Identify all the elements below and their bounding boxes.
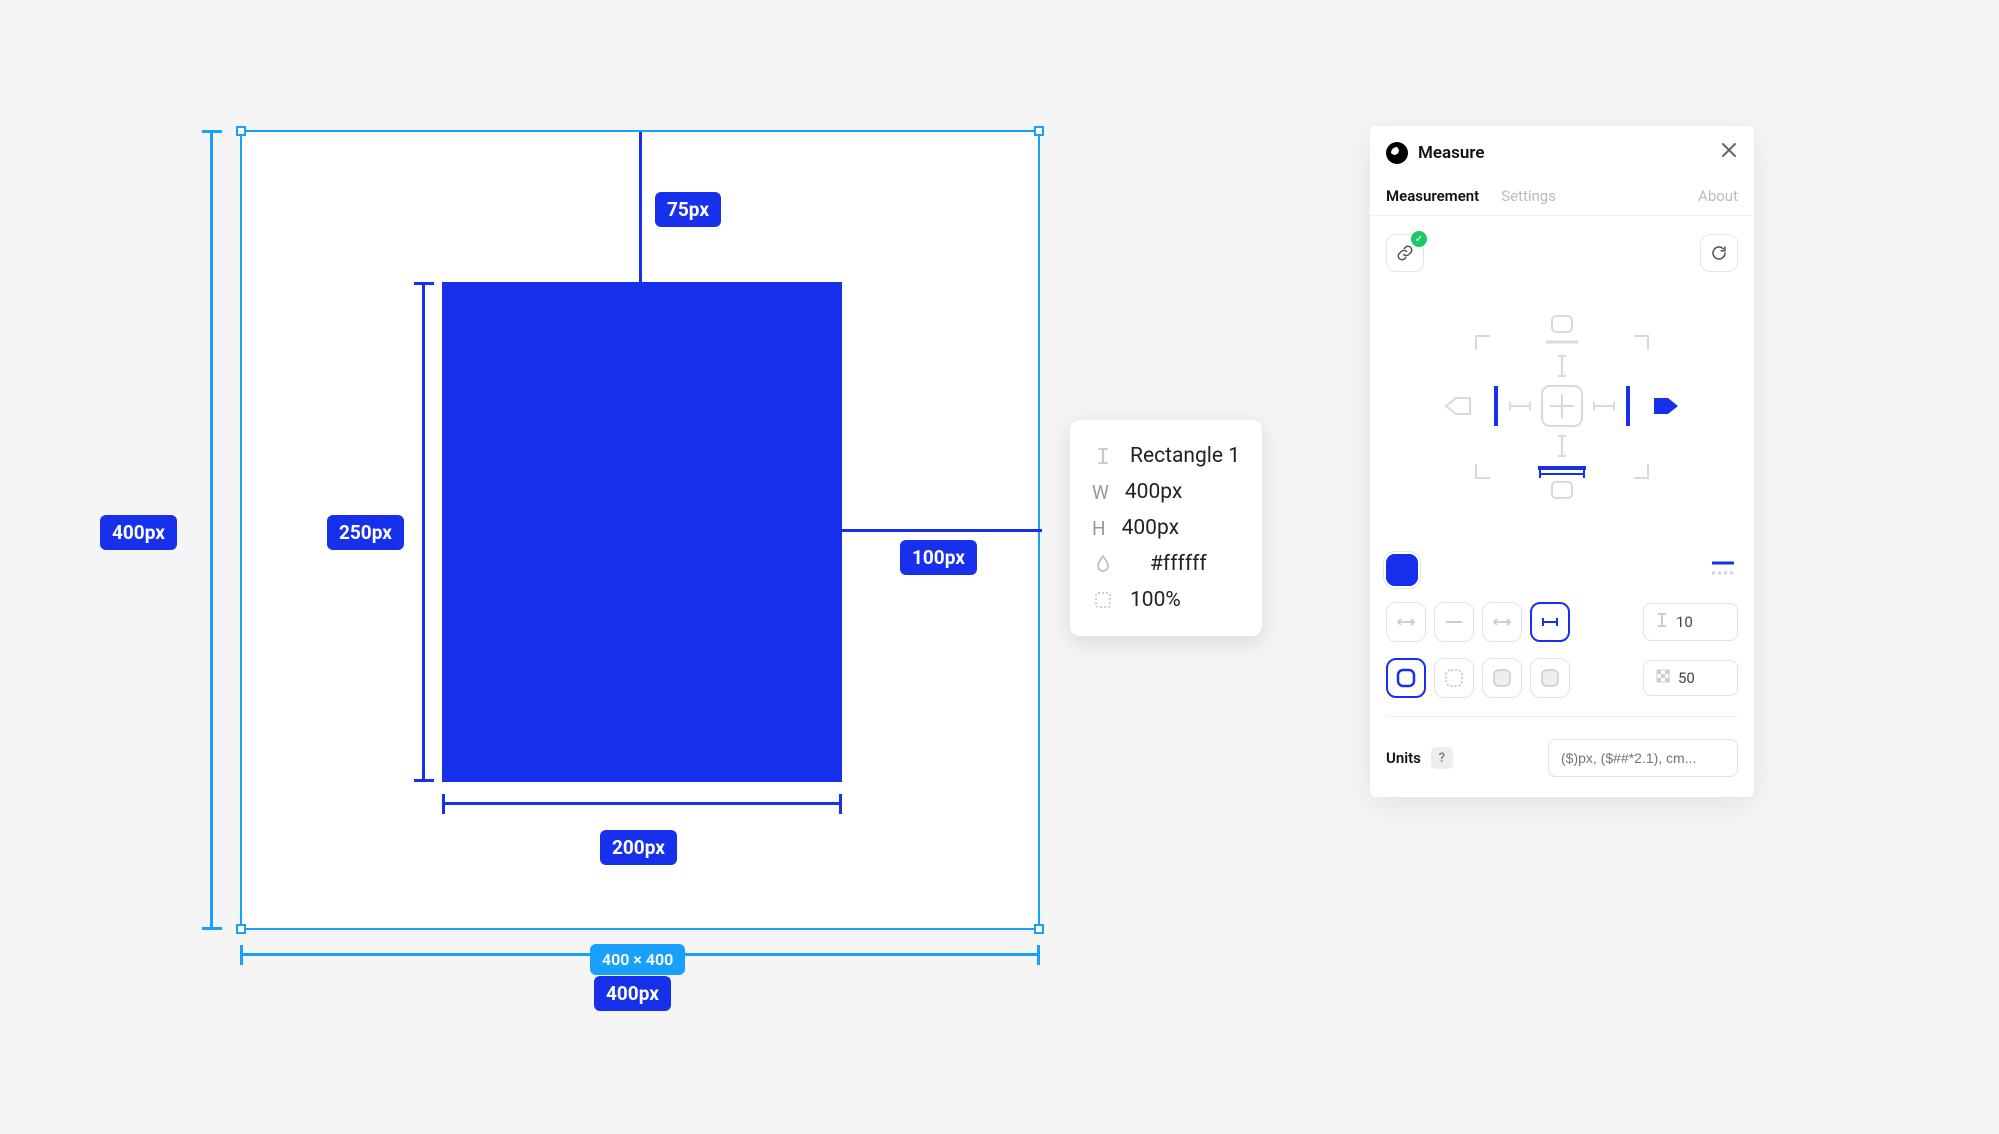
fill-style-fill-dashed[interactable] (1530, 658, 1570, 698)
popover-width: 400px (1125, 480, 1182, 504)
stroke-width-input[interactable]: 10 (1643, 603, 1738, 641)
inner-height-guide-cap (414, 779, 434, 782)
popover-color: #ffffff (1150, 552, 1207, 576)
frame-height-guide (210, 130, 213, 930)
refresh-icon (1710, 244, 1728, 262)
opacity-icon (1092, 591, 1114, 609)
resize-handle-top-right[interactable] (1034, 126, 1044, 136)
popover-row-opacity: 100% (1092, 582, 1240, 618)
inner-width-guide (442, 802, 842, 805)
height-key: H (1092, 517, 1106, 540)
popover-opacity: 100% (1130, 588, 1181, 612)
color-swatch[interactable] (1386, 554, 1418, 586)
close-button[interactable] (1720, 140, 1738, 165)
spacing-badge-right: 100px (900, 540, 977, 575)
fill-style-stroke[interactable] (1386, 658, 1426, 698)
inner-width-badge: 200px (600, 830, 677, 865)
resize-handle-bottom-right[interactable] (1034, 924, 1044, 934)
tab-about[interactable]: About (1698, 187, 1738, 205)
fill-style-options (1386, 658, 1570, 698)
canvas[interactable]: 75px 100px 250px 200px 400px 400px 400 ×… (240, 130, 1040, 930)
inner-height-guide (422, 282, 425, 782)
resize-handle-top-left[interactable] (236, 126, 246, 136)
stroke-width-value: 10 (1676, 613, 1693, 631)
inner-height-badge: 250px (327, 515, 404, 550)
frame-height-guide-cap (202, 927, 222, 930)
plugin-logo-icon (1386, 142, 1408, 164)
frame-width-badge: 400px (594, 976, 671, 1011)
stroke-width-icon (1656, 612, 1668, 632)
spacing-badge-top: 75px (655, 192, 721, 227)
frame-width-guide-cap (240, 945, 243, 965)
inner-width-guide-cap (442, 794, 445, 814)
tab-settings[interactable]: Settings (1501, 187, 1556, 205)
frame-width-guide-cap (1037, 945, 1040, 965)
cap-style-arrow[interactable] (1482, 602, 1522, 642)
fill-style-dashed[interactable] (1434, 658, 1474, 698)
cap-style-options (1386, 602, 1570, 642)
popover-row-name: Rectangle 1 (1092, 438, 1240, 474)
frame-height-guide-cap (202, 130, 222, 133)
panel-tabs: Measurement Settings About (1370, 177, 1754, 216)
popover-name: Rectangle 1 (1130, 444, 1240, 468)
opacity-value: 50 (1678, 669, 1695, 687)
inner-width-guide-cap (839, 794, 842, 814)
selection-size-badge: 400 × 400 (590, 944, 685, 975)
spacing-guide-right (842, 529, 1042, 532)
droplet-icon (1092, 555, 1114, 573)
text-cursor-icon (1092, 447, 1114, 465)
layer-info-popover: Rectangle 1 W 400px H 400px #ffffff 100% (1070, 420, 1262, 636)
cap-style-bar[interactable] (1530, 602, 1570, 642)
spacing-guide-top (639, 132, 642, 282)
refresh-button[interactable] (1700, 234, 1738, 272)
link-icon (1396, 244, 1414, 262)
opacity-field-icon (1656, 669, 1670, 687)
frame-height-badge: 400px (100, 515, 177, 550)
width-key: W (1092, 481, 1109, 504)
cap-style-none[interactable] (1386, 602, 1426, 642)
line-style-toggle[interactable] (1708, 555, 1738, 585)
resize-handle-bottom-left[interactable] (236, 924, 246, 934)
units-label: Units (1386, 749, 1421, 767)
panel-title: Measure (1418, 143, 1485, 163)
fill-style-fill[interactable] (1482, 658, 1522, 698)
separator (1386, 716, 1738, 717)
detach-button[interactable]: ✓ (1386, 234, 1424, 272)
popover-height: 400px (1122, 516, 1179, 540)
inner-height-guide-cap (414, 282, 434, 285)
cap-style-standard[interactable] (1434, 602, 1474, 642)
units-input[interactable] (1548, 739, 1738, 777)
popover-row-height: H 400px (1092, 510, 1240, 546)
status-dot-icon: ✓ (1411, 231, 1427, 247)
panel-header: Measure (1370, 126, 1754, 177)
placement-diagram (1370, 276, 1754, 546)
units-help-button[interactable]: ? (1431, 747, 1453, 769)
popover-row-color: #ffffff (1092, 546, 1240, 582)
opacity-input[interactable]: 50 (1643, 660, 1738, 696)
inner-rectangle[interactable] (442, 282, 842, 782)
popover-row-width: W 400px (1092, 474, 1240, 510)
measure-plugin-panel: Measure Measurement Settings About ✓ (1370, 126, 1754, 797)
tab-measurement[interactable]: Measurement (1386, 187, 1479, 205)
